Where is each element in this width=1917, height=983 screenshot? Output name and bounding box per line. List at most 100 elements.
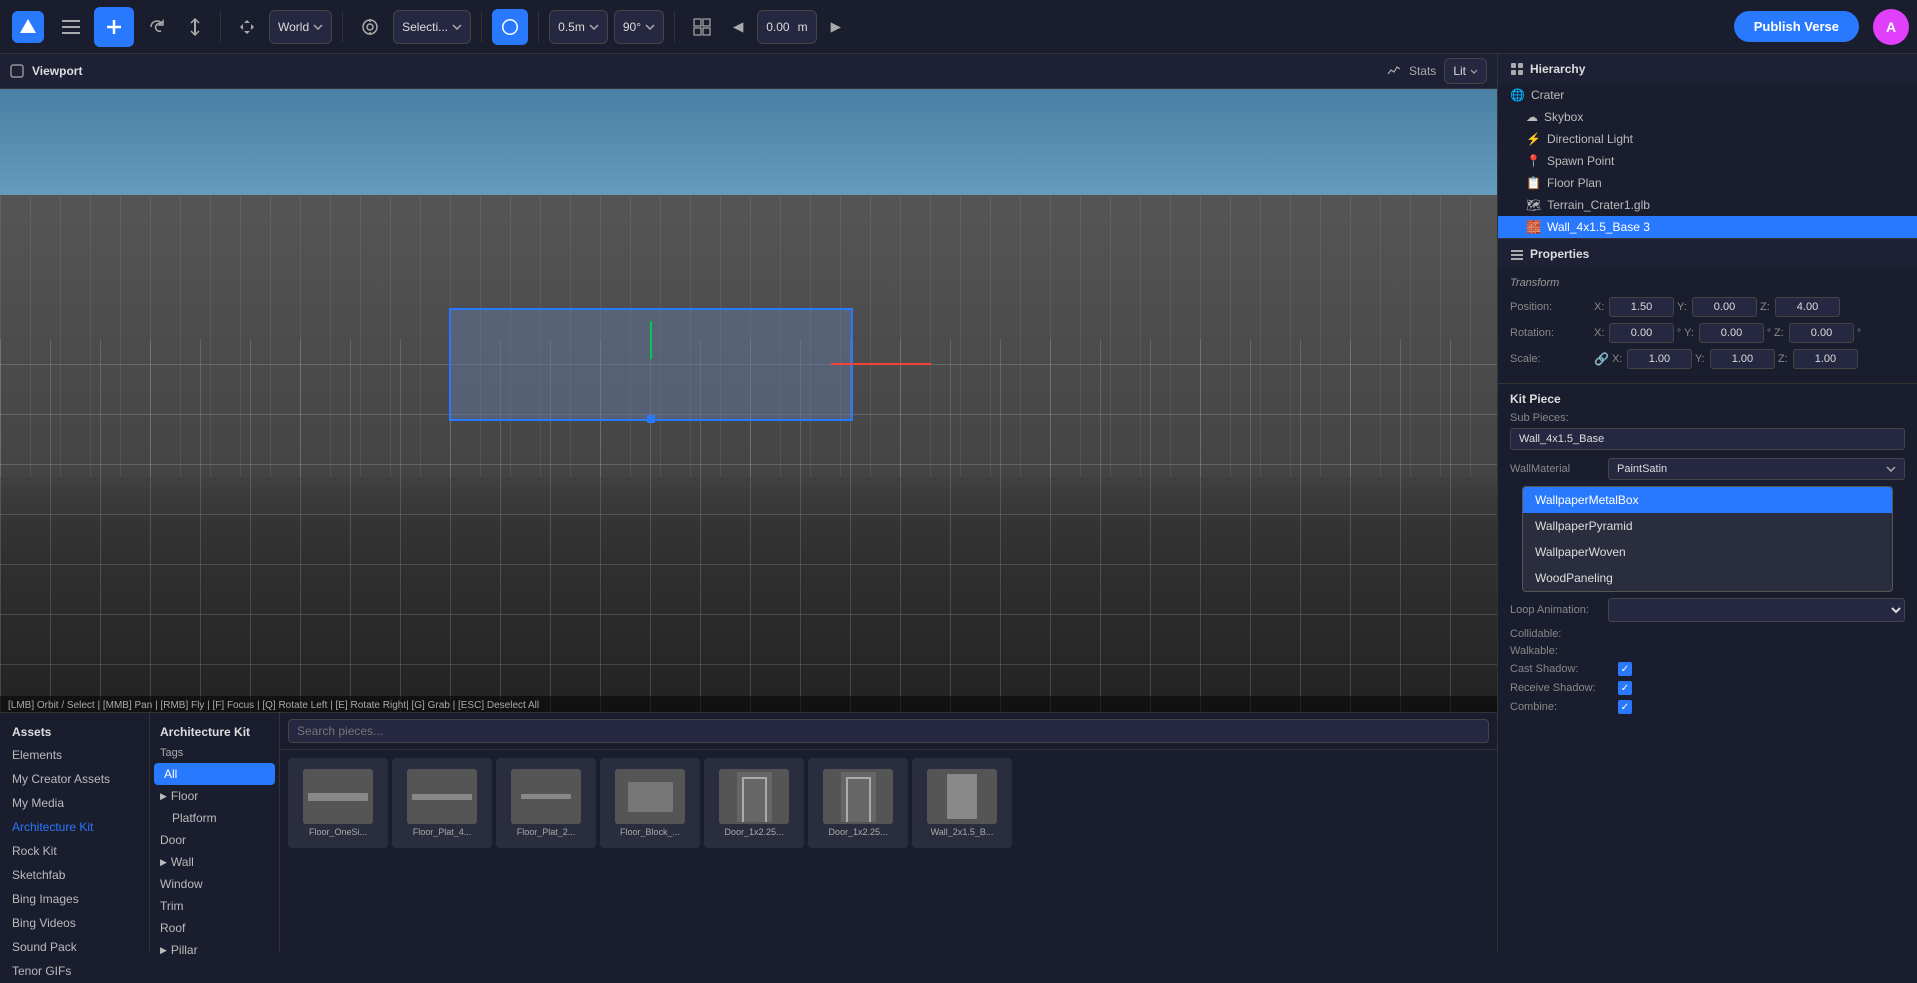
bottom-panel: Assets Elements My Creator Assets My Med… (0, 712, 1497, 952)
hi-dir-light[interactable]: ⚡ Directional Light (1498, 128, 1917, 150)
transform-dot[interactable] (647, 415, 655, 423)
collidable-label: Collidable: (1510, 628, 1610, 640)
transform-x-handle[interactable] (831, 363, 931, 365)
position-y-input[interactable] (1692, 297, 1757, 317)
wall-material-dropdown[interactable]: PaintSatin (1608, 458, 1905, 480)
hi-terrain[interactable]: 🗺 Terrain_Crater1.glb (1498, 194, 1917, 216)
asset-thumb-0[interactable]: Floor_OneSi... (288, 758, 388, 848)
sidebar-item-bing-images[interactable]: Bing Images (0, 887, 149, 911)
tag-all[interactable]: All (154, 763, 275, 785)
tag-platform[interactable]: Platform (150, 807, 279, 829)
search-input[interactable] (288, 719, 1489, 743)
transform-section: Transform Position: X: Y: Z: Rotatio (1498, 269, 1917, 383)
receive-shadow-checkbox[interactable]: ✓ (1618, 681, 1632, 695)
asset-label-2: Floor_Plat_2... (513, 827, 580, 837)
menu-button[interactable] (54, 14, 88, 40)
viewport-canvas[interactable]: [LMB] Orbit / Select | [MMB] Pan | [RMB]… (0, 89, 1497, 712)
pillar-chevron: ▶ (160, 945, 167, 956)
transform-button[interactable] (180, 12, 210, 42)
shape-wall (947, 774, 977, 819)
sidebar-item-architecture-kit[interactable]: Architecture Kit (0, 815, 149, 839)
sub-pieces-input[interactable] (1510, 428, 1905, 450)
sidebar-item-my-media[interactable]: My Media (0, 791, 149, 815)
refresh-button[interactable] (140, 12, 174, 42)
cast-shadow-checkbox[interactable]: ✓ (1618, 662, 1632, 676)
snap-dropdown[interactable]: 0.5m (549, 10, 608, 44)
tag-wall[interactable]: ▶ Wall (150, 851, 279, 873)
selection-label: Selecti... (402, 20, 448, 34)
sidebar-item-tenor-gifs[interactable]: Tenor GIFs (0, 959, 149, 983)
user-avatar[interactable]: A (1873, 9, 1909, 45)
asset-thumb-1[interactable]: Floor_Plat_4... (392, 758, 492, 848)
lit-dropdown[interactable]: Lit (1444, 58, 1487, 84)
toolbar: World Selecti... 0.5m 90° ◀ 0.00 m ▶ Pub… (0, 0, 1917, 54)
sidebar-item-my-creator[interactable]: My Creator Assets (0, 767, 149, 791)
combine-row: Combine: ✓ (1510, 700, 1905, 714)
sidebar-item-sketchfab[interactable]: Sketchfab (0, 863, 149, 887)
selection-dropdown[interactable]: Selecti... (393, 10, 471, 44)
pos-y-label: Y: (1677, 301, 1689, 313)
asset-thumb-6[interactable]: Wall_2x1.5_B... (912, 758, 1012, 848)
stats-icon (1387, 64, 1401, 78)
grid-icon[interactable] (685, 12, 719, 42)
unreal-icon[interactable] (492, 9, 528, 45)
arrow-left-icon[interactable]: ◀ (725, 13, 751, 41)
scale-x-input[interactable] (1627, 349, 1692, 369)
combine-checkbox[interactable]: ✓ (1618, 700, 1632, 714)
tag-door[interactable]: Door (150, 829, 279, 851)
hierarchy-title: Hierarchy (1530, 62, 1585, 76)
hi-skybox-icon: ☁ (1526, 110, 1538, 124)
position-z-input[interactable] (1775, 297, 1840, 317)
hi-crater[interactable]: 🌐 Crater (1498, 84, 1917, 106)
tag-floor[interactable]: ▶ Floor (150, 785, 279, 807)
dropdown-item-3[interactable]: WoodPaneling (1523, 565, 1892, 591)
properties-icon (1510, 247, 1524, 261)
tag-window[interactable]: Window (150, 873, 279, 895)
rotation-x-input[interactable] (1609, 323, 1674, 343)
hi-wall-base3[interactable]: 🧱 Wall_4x1.5_Base 3 (1498, 216, 1917, 238)
sidebar-item-sound-pack[interactable]: Sound Pack (0, 935, 149, 959)
world-dropdown[interactable]: World (269, 10, 332, 44)
offset-value: 0.00 (766, 20, 789, 34)
hi-floor-plan[interactable]: 📋 Floor Plan (1498, 172, 1917, 194)
combine-label: Combine: (1510, 701, 1610, 713)
tag-pillar[interactable]: ▶ Pillar (150, 939, 279, 961)
sidebar-item-bing-videos[interactable]: Bing Videos (0, 911, 149, 935)
3d-scene (0, 89, 1497, 712)
tag-trim[interactable]: Trim (150, 895, 279, 917)
tag-roof[interactable]: Roof (150, 917, 279, 939)
target-icon[interactable] (353, 12, 387, 42)
asset-thumb-3[interactable]: Floor_Block_... (600, 758, 700, 848)
angle-dropdown[interactable]: 90° (614, 10, 664, 44)
scale-z-input[interactable] (1793, 349, 1858, 369)
loop-animation-dropdown[interactable] (1608, 598, 1905, 622)
asset-thumb-4[interactable]: Door_1x2.25... (704, 758, 804, 848)
receive-shadow-label: Receive Shadow: (1510, 682, 1610, 694)
deg-y: ° (1767, 328, 1771, 339)
selected-wall-object[interactable] (449, 308, 853, 421)
sidebar-item-elements[interactable]: Elements (0, 743, 149, 767)
arrow-right-icon[interactable]: ▶ (823, 13, 849, 41)
hi-spawn[interactable]: 📍 Spawn Point (1498, 150, 1917, 172)
asset-img-3 (615, 769, 685, 824)
dropdown-item-0[interactable]: WallpaperMetalBox (1523, 487, 1892, 513)
rotation-y-input[interactable] (1699, 323, 1764, 343)
sidebar-item-rock-kit[interactable]: Rock Kit (0, 839, 149, 863)
hierarchy-header: Hierarchy (1498, 54, 1917, 84)
move-icon[interactable] (231, 13, 263, 41)
scale-lock-icon[interactable]: 🔗 (1594, 352, 1609, 366)
dropdown-item-2[interactable]: WallpaperWoven (1523, 539, 1892, 565)
assets-title: Assets (0, 721, 149, 743)
scale-y-input[interactable] (1710, 349, 1775, 369)
hi-skybox[interactable]: ☁ Skybox (1498, 106, 1917, 128)
dropdown-item-1[interactable]: WallpaperPyramid (1523, 513, 1892, 539)
position-x-input[interactable] (1609, 297, 1674, 317)
publish-button[interactable]: Publish Verse (1734, 11, 1859, 42)
asset-thumb-2[interactable]: Floor_Plat_2... (496, 758, 596, 848)
asset-label-3: Floor_Block_... (616, 827, 684, 837)
asset-thumb-5[interactable]: Door_1x2.25... (808, 758, 908, 848)
rotation-z-input[interactable] (1789, 323, 1854, 343)
add-button[interactable] (94, 7, 134, 47)
wall-material-value: PaintSatin (1617, 463, 1667, 475)
transform-y-handle[interactable] (650, 321, 652, 359)
